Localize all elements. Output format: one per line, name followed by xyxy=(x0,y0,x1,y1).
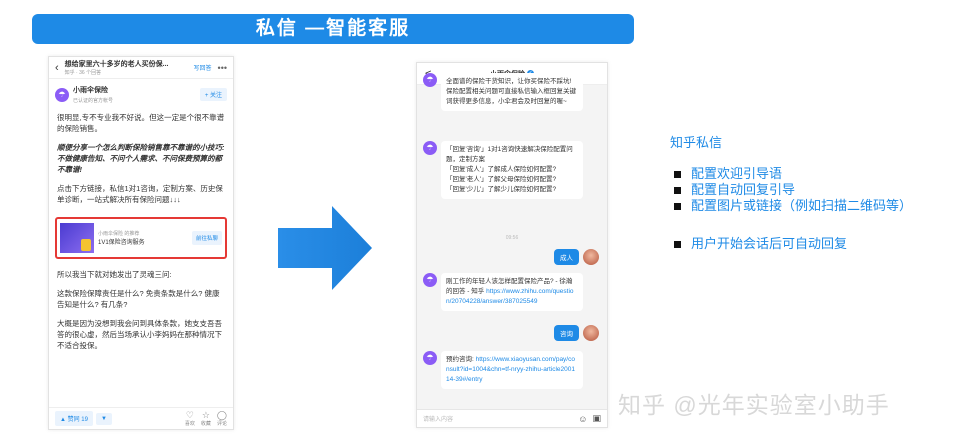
favorite-label: 收藏 xyxy=(200,420,211,427)
author-name[interactable]: 小雨伞保险 xyxy=(73,85,200,95)
card-image xyxy=(60,223,94,253)
user-bubble: 咨询 xyxy=(554,325,579,341)
user-avatar xyxy=(583,325,599,341)
bot-message: ☂ 「回复'咨询'」1对1咨询快速解决保险配置问题，定制方案 「回复'成人'」了… xyxy=(423,141,583,199)
slide: 私信 —智能客服 ‹ 想给家里六十多岁的老人买份保... 知乎 · 36 个回答… xyxy=(0,0,966,440)
heart-icon: ♡ xyxy=(185,409,194,420)
panel-title: 知乎私信 xyxy=(670,135,723,150)
right-arrow-icon xyxy=(278,206,372,290)
bot-message: ☂ 预约咨询: https://www.xiaoyusan.com/pay/co… xyxy=(423,351,583,389)
back-icon[interactable]: ‹ xyxy=(55,62,59,74)
answer-paragraph: 大概是因为没想到我会问到具体条款，她支支吾吾答的很心虚，然后当场承认小李妈妈在那… xyxy=(57,319,222,350)
feature-list-2: 用户开始会话后可自动回复 xyxy=(674,236,847,252)
bot-avatar: ☂ xyxy=(423,351,437,365)
message-bubble: 「回复'咨询'」1对1咨询快速解决保险配置问题，定制方案 「回复'成人'」了解成… xyxy=(441,141,583,199)
user-bubble: 成人 xyxy=(554,249,579,265)
answer-paragraph: 很明显,专不专业我不好说。但这一定是个很不靠谱的保险销售。 xyxy=(57,113,225,133)
feature-item: 配置自动回复引导 xyxy=(674,182,912,198)
message-bubble: 全面谱的保险干货知识，让你买保险不踩坑! 保险配置相关问题可直接私信输入框回复关… xyxy=(441,73,583,111)
answer-body-continued: 所以我当下就对她发出了灵魂三问: 这款保险保障责任是什么? 免责条款是什么? 健… xyxy=(49,267,233,361)
favorite-button[interactable]: ☆ 收藏 xyxy=(200,409,211,427)
feature-text: 用户开始会话后可自动回复 xyxy=(691,236,848,251)
go-private-chat-button[interactable]: 前往私聊 xyxy=(191,231,222,245)
private-message-card[interactable]: 小雨伞保险 的推荐 1V1保险咨询服务 前往私聊 xyxy=(55,217,227,259)
question-subtitle: 知乎 · 36 个回答 xyxy=(64,70,102,76)
bullet-icon xyxy=(674,170,681,178)
bullet-icon xyxy=(674,240,681,248)
question-title[interactable]: 想给家里六十多岁的老人买份保... xyxy=(65,59,194,69)
feature-text: 配置自动回复引导 xyxy=(691,182,796,197)
card-service: 1V1保险咨询服务 xyxy=(98,240,145,246)
message-input[interactable]: 请输入内容 xyxy=(423,414,573,423)
author-desc: 已认证的官方帐号 xyxy=(73,98,114,104)
answer-action-bar: ▲ 赞同 19 ▼ ♡ 喜欢 ☆ 收藏 ◯ 评论 xyxy=(49,407,233,429)
feature-text: 配置图片或链接（例如扫描二维码等） xyxy=(691,198,913,213)
emoji-icon[interactable]: ☺ xyxy=(578,414,587,424)
author-row: ☂ 小雨伞保险 已认证的官方帐号 + 关注 xyxy=(49,79,233,110)
bot-message: ☂ 全面谱的保险干货知识，让你买保险不踩坑! 保险配置相关问题可直接私信输入框回… xyxy=(423,73,583,111)
write-answer-button[interactable]: 写回答 xyxy=(194,63,212,72)
brand-avatar[interactable]: ☂ xyxy=(55,87,69,102)
vote-up-button[interactable]: ▲ 赞同 19 xyxy=(55,411,93,426)
card-source: 小雨伞保险 的推荐 xyxy=(98,231,140,237)
bot-message: ☂ 刚工作的年轻人该怎样配置保险产品? - 徐瀚的回答 - 知乎 https:/… xyxy=(423,273,583,311)
user-message: 咨询 xyxy=(554,325,599,341)
bot-avatar: ☂ xyxy=(423,141,437,155)
image-icon[interactable]: ▣ xyxy=(592,413,601,424)
bullet-icon xyxy=(674,186,681,194)
answer-body: 很明显,专不专业我不好说。但这一定是个很不靠谱的保险销售。 顺便分享一个怎么判断… xyxy=(49,110,233,215)
private-message-screenshot: < 小雨伞保险 ✓ ☂ 全面谱的保险干货知识，让你买保险不踩坑! 保险配置相关问… xyxy=(416,62,608,428)
more-icon[interactable]: ••• xyxy=(218,63,227,73)
vote-down-button[interactable]: ▼ xyxy=(95,412,112,425)
feature-text: 配置欢迎引导语 xyxy=(691,166,783,181)
message-input-bar: 请输入内容 ☺ ▣ xyxy=(417,409,607,427)
user-message: 成人 xyxy=(554,249,599,265)
feature-item: 配置欢迎引导语 xyxy=(674,166,912,182)
comment-button[interactable]: ◯ 评论 xyxy=(216,409,227,427)
message-text: 预约咨询: xyxy=(446,356,476,363)
answer-paragraph: 这款保险保障责任是什么? 免责条款是什么? 健康告知是什么? 有几条? xyxy=(57,289,220,309)
timestamp: 09:56 xyxy=(505,235,519,241)
comment-label: 评论 xyxy=(216,420,227,427)
bullet-icon xyxy=(674,202,681,210)
feature-list: 配置欢迎引导语 配置自动回复引导 配置图片或链接（例如扫描二维码等） xyxy=(674,166,912,214)
bot-avatar: ☂ xyxy=(423,73,437,87)
like-label: 喜欢 xyxy=(184,420,195,427)
comment-icon: ◯ xyxy=(216,409,227,420)
answer-paragraph: 点击下方链接，私信1对1咨询，定制方案、历史保单诊断，一站式解决所有保险问题↓↓… xyxy=(57,184,223,204)
answer-paragraph-bold: 顺便分享一个怎么判断保险销售靠不靠谱的小技巧: 不做健康告知、不问个人需求、不问… xyxy=(57,143,225,174)
answer-paragraph: 所以我当下就对她发出了灵魂三问: xyxy=(57,270,172,279)
feature-item: 配置图片或链接（例如扫描二维码等） xyxy=(674,198,912,214)
watermark: 知乎 @光年实验室小助手 xyxy=(618,392,890,418)
zhihu-answer-screenshot: ‹ 想给家里六十多岁的老人买份保... 知乎 · 36 个回答 写回答 ••• … xyxy=(48,56,234,430)
feature-item: 用户开始会话后可自动回复 xyxy=(674,236,847,252)
message-bubble: 刚工作的年轻人该怎样配置保险产品? - 徐瀚的回答 - 知乎 https://w… xyxy=(441,273,583,311)
bot-avatar: ☂ xyxy=(423,273,437,287)
user-avatar xyxy=(583,249,599,265)
message-bubble: 预约咨询: https://www.xiaoyusan.com/pay/cons… xyxy=(441,351,583,389)
answer-header: ‹ 想给家里六十多岁的老人买份保... 知乎 · 36 个回答 写回答 ••• xyxy=(49,57,233,79)
star-icon: ☆ xyxy=(201,409,210,420)
banner-title: 私信 —智能客服 xyxy=(32,14,634,44)
like-button[interactable]: ♡ 喜欢 xyxy=(184,409,195,427)
follow-button[interactable]: + 关注 xyxy=(199,88,227,101)
